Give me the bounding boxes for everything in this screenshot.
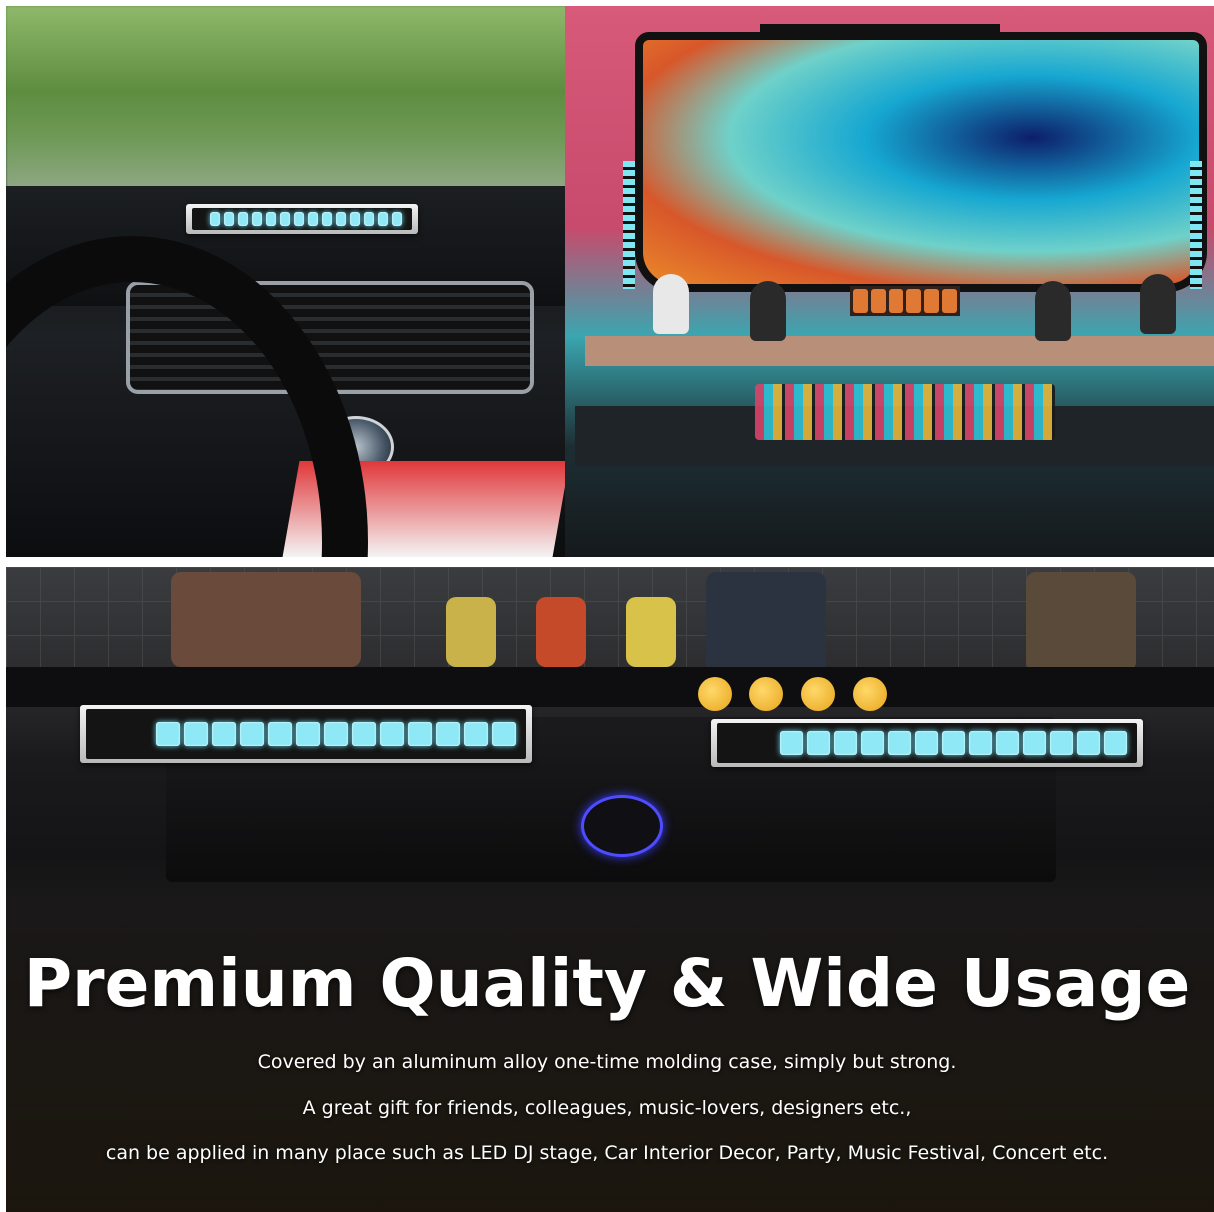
emoji-icon (749, 677, 783, 711)
light-cell (350, 212, 360, 226)
light-cell (861, 731, 884, 755)
headline: Premium Quality & Wide Usage (23, 945, 1191, 1022)
light-cell (1023, 731, 1046, 755)
light-cell (252, 212, 262, 226)
light-cell (996, 731, 1019, 755)
light-cell (378, 212, 388, 226)
light-cell (296, 722, 320, 746)
light-cell (1077, 731, 1100, 755)
light-cell (1104, 731, 1127, 755)
light-cell (268, 722, 292, 746)
pikachu-figure (446, 597, 496, 667)
light-cell (240, 722, 264, 746)
light-cell (184, 722, 208, 746)
light-cell (156, 722, 180, 746)
light-cell (352, 722, 376, 746)
light-cell (212, 722, 236, 746)
light-bar-cells (192, 208, 412, 230)
light-cell (915, 731, 938, 755)
figure-right (1035, 281, 1071, 341)
emoji-icon (698, 677, 732, 711)
light-cell (324, 722, 348, 746)
volume-knob (581, 795, 663, 857)
light-cell (1050, 731, 1073, 755)
light-cell (294, 212, 304, 226)
captain-figure (706, 572, 826, 672)
curved-monitor (635, 32, 1207, 292)
light-cell (942, 731, 965, 755)
light-cell (224, 212, 234, 226)
figure-ninja (1140, 274, 1176, 334)
light-cell (780, 731, 803, 755)
pikachu-figure (536, 597, 586, 667)
light-cell (408, 722, 432, 746)
pikachu-figure (626, 597, 676, 667)
light-bar-cells (86, 709, 526, 759)
light-cell (322, 212, 332, 226)
light-cell (266, 212, 276, 226)
light-cell (969, 731, 992, 755)
light-cell (888, 731, 911, 755)
rgb-keyboard (755, 384, 1055, 440)
light-cell (464, 722, 488, 746)
figure-left (750, 281, 786, 341)
side-light-bar-right (1190, 161, 1202, 289)
light-cell (436, 722, 460, 746)
warrior-figure (1026, 572, 1136, 672)
light-cell (308, 212, 318, 226)
description-line-2: A great gift for friends, colleagues, mu… (302, 1097, 912, 1119)
light-cell (380, 722, 404, 746)
nixie-clock (850, 286, 960, 316)
light-cell (492, 722, 516, 746)
desk-surface (585, 336, 1214, 366)
light-cell (336, 212, 346, 226)
toy-figure (171, 572, 361, 667)
light-cell (210, 212, 220, 226)
emoji-icon (853, 677, 887, 711)
light-bar-cells (717, 723, 1137, 763)
light-cell (807, 731, 830, 755)
figure-astronaut (653, 274, 689, 334)
windshield-view (6, 6, 603, 196)
light-bar-car (186, 204, 418, 234)
car-dashboard-photo (6, 6, 603, 557)
side-light-bar-left (623, 161, 635, 289)
light-cell (238, 212, 248, 226)
light-cell (364, 212, 374, 226)
light-cell (392, 212, 402, 226)
light-cell (280, 212, 290, 226)
light-cell (834, 731, 857, 755)
light-bar-right (711, 719, 1143, 767)
shelf-edge (6, 667, 1214, 707)
description-line-3: can be applied in many place such as LED… (105, 1142, 1109, 1164)
desk-setup-photo (565, 6, 1214, 557)
emoji-icon (801, 677, 835, 711)
light-bar-left (80, 705, 532, 763)
description-line-1: Covered by an aluminum alloy one-time mo… (257, 1051, 957, 1073)
